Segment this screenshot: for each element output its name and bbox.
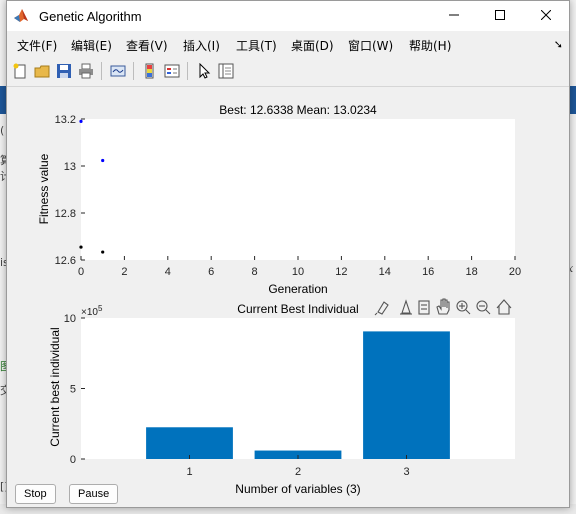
background-text: ( xyxy=(0,124,5,137)
figure-canvas: Best: 12.6338 Mean: 13.0234 0 2 4 6 8 10 12 14 1… xyxy=(7,87,569,507)
individual-y-axis-label: Current best individual xyxy=(48,327,62,446)
menu-help[interactable]: 帮助(H) xyxy=(409,37,451,54)
menu-window[interactable]: 窗口(W) xyxy=(348,37,393,54)
fitness-y-axis-label: Fitness value xyxy=(37,153,51,224)
menu-insert[interactable]: 插入(I) xyxy=(183,37,220,54)
y-tick-label: 13.2 xyxy=(55,114,76,126)
individual-x-axis-label: Number of variables (3) xyxy=(235,482,360,496)
x-tick-label: 2 xyxy=(295,466,301,478)
y-tick-label: 13 xyxy=(64,161,76,173)
mean-fitness-point xyxy=(79,119,83,123)
x-tick-label: 10 xyxy=(292,266,304,278)
best-fitness-point xyxy=(79,245,83,249)
menu-view[interactable]: 查看(V) xyxy=(126,37,168,54)
best-fitness-point xyxy=(101,250,105,254)
pause-button[interactable]: Pause xyxy=(69,484,119,504)
x-tick-label: 14 xyxy=(379,266,391,278)
x-tick-label: 20 xyxy=(509,266,521,278)
bar xyxy=(146,427,233,459)
toolbar-separator xyxy=(187,62,188,80)
y-tick-label: 12.6 xyxy=(55,255,76,267)
close-icon xyxy=(540,7,552,25)
legend-icon[interactable] xyxy=(163,62,181,80)
minimize-icon xyxy=(449,7,459,25)
legend-toggle-icon[interactable] xyxy=(418,300,430,315)
brush-icon[interactable] xyxy=(374,301,389,316)
x-tick-label: 18 xyxy=(465,266,477,278)
menu-overflow-arrow-icon[interactable]: ➘ xyxy=(554,38,563,51)
open-icon[interactable] xyxy=(33,62,51,80)
zoom-out-icon[interactable] xyxy=(476,300,491,315)
x-tick-label: 16 xyxy=(422,266,434,278)
plots-svg: Best: 12.6338 Mean: 13.0234 0 2 4 6 8 10 12 14 1… xyxy=(37,103,521,496)
toolbar-separator xyxy=(101,62,102,80)
x-tick-label: 8 xyxy=(252,266,258,278)
minimize-button[interactable] xyxy=(431,1,477,31)
menu-bar: 文件(F) 编辑(E) 查看(V) 插入(I) 工具(T) 桌面(D) 窗口(W… xyxy=(7,32,569,56)
fitness-y-ticks: 12.6 12.8 13 13.2 xyxy=(55,114,85,267)
menu-desktop[interactable]: 桌面(D) xyxy=(291,37,334,54)
bar xyxy=(363,331,450,459)
matlab-logo-icon xyxy=(13,8,29,24)
y-tick-label: 12.8 xyxy=(55,208,76,220)
home-icon[interactable] xyxy=(496,299,512,315)
axes-toolbar xyxy=(374,298,512,316)
mean-fitness-point xyxy=(101,158,105,163)
y-tick-label: 10 xyxy=(64,313,76,325)
close-button[interactable] xyxy=(523,1,569,31)
x-tick-label: 1 xyxy=(186,466,192,478)
fitness-x-axis-label: Generation xyxy=(268,282,327,296)
figure-window: Genetic Algorithm 文件(F) 编辑(E) 查看(V) 插入(I… xyxy=(6,0,570,508)
exponent-label: ×105 xyxy=(81,304,103,318)
save-icon[interactable] xyxy=(55,62,73,80)
x-tick-label: 6 xyxy=(208,266,214,278)
colorbar-icon[interactable] xyxy=(141,62,159,80)
pointer-icon[interactable] xyxy=(195,62,213,80)
x-tick-label: 0 xyxy=(78,266,84,278)
menu-edit[interactable]: 编辑(E) xyxy=(71,37,112,54)
link-icon[interactable] xyxy=(109,62,127,80)
individual-plot-title: Current Best Individual xyxy=(237,302,358,316)
print-icon[interactable] xyxy=(77,62,95,80)
zoom-in-icon[interactable] xyxy=(456,300,471,315)
maximize-button[interactable] xyxy=(477,1,523,31)
y-tick-label: 0 xyxy=(70,454,76,466)
menu-tools[interactable]: 工具(T) xyxy=(236,37,277,54)
data-tip-icon[interactable] xyxy=(400,299,412,315)
maximize-icon xyxy=(495,7,505,25)
menu-file[interactable]: 文件(F) xyxy=(17,37,57,54)
property-inspector-icon[interactable] xyxy=(217,62,235,80)
figure-toolbar xyxy=(7,56,569,87)
fitness-axes-background[interactable] xyxy=(81,119,515,260)
pan-icon[interactable] xyxy=(436,298,450,315)
window-title: Genetic Algorithm xyxy=(39,9,142,24)
toolbar-separator xyxy=(133,62,134,80)
x-tick-label: 4 xyxy=(165,266,171,278)
x-tick-label: 2 xyxy=(121,266,127,278)
y-tick-label: 5 xyxy=(70,384,76,396)
stop-button[interactable]: Stop xyxy=(15,484,56,504)
fitness-plot-title: Best: 12.6338 Mean: 13.0234 xyxy=(219,103,377,117)
x-tick-label: 3 xyxy=(403,466,409,478)
x-tick-label: 12 xyxy=(335,266,347,278)
new-figure-icon[interactable] xyxy=(11,62,29,80)
title-bar: Genetic Algorithm xyxy=(7,1,569,31)
